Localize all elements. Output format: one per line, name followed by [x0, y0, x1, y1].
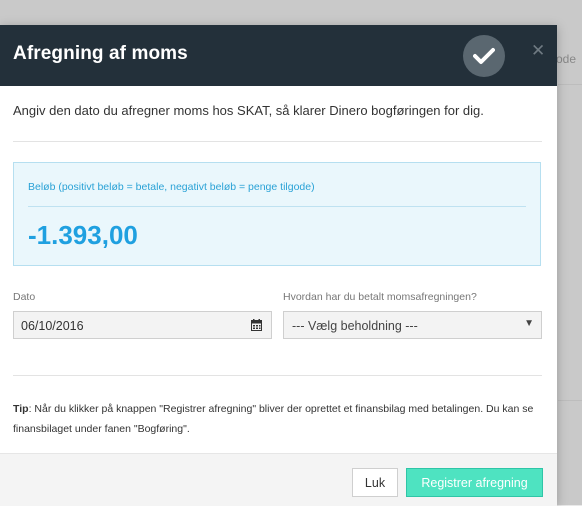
date-field[interactable]: 06/10/2016: [13, 311, 272, 339]
payment-method-label: Hvordan har du betalt momsafregningen?: [283, 291, 477, 303]
chevron-down-icon: ▼: [524, 318, 534, 329]
calendar-icon[interactable]: [251, 319, 262, 331]
payment-method-select[interactable]: --- Vælg beholdning --- ▼: [283, 311, 542, 339]
register-settlement-button[interactable]: Registrer afregning: [406, 468, 543, 497]
close-icon[interactable]: ✕: [531, 41, 545, 61]
modal-footer: Luk Registrer afregning: [0, 453, 557, 506]
close-button[interactable]: Luk: [352, 468, 398, 497]
amount-value: -1.393,00: [28, 220, 138, 250]
amount-divider: [28, 206, 526, 207]
modal-header: Afregning af moms ✕: [0, 25, 557, 86]
modal-title: Afregning af moms: [13, 43, 188, 64]
tip-text: Tip: Når du klikker på knappen "Registre…: [13, 399, 545, 439]
background-peek-text: ode: [556, 52, 577, 66]
background-divider: [558, 84, 582, 85]
vat-settlement-modal: Afregning af moms ✕ Angiv den dato du af…: [0, 25, 557, 506]
checkmark-icon: [463, 35, 505, 77]
divider: [13, 141, 542, 142]
background-divider: [558, 400, 582, 401]
amount-panel: Beløb (positivt beløb = betale, negativt…: [13, 162, 541, 266]
payment-method-selected: --- Vælg beholdning ---: [292, 319, 418, 333]
date-label: Dato: [13, 291, 36, 303]
tip-body: : Når du klikker på knappen "Registrer a…: [13, 403, 534, 435]
amount-label: Beløb (positivt beløb = betale, negativt…: [28, 181, 315, 193]
date-value: 06/10/2016: [21, 319, 84, 333]
tip-prefix: Tip: [13, 403, 29, 415]
divider: [13, 375, 542, 376]
intro-text: Angiv den dato du afregner moms hos SKAT…: [13, 103, 484, 118]
